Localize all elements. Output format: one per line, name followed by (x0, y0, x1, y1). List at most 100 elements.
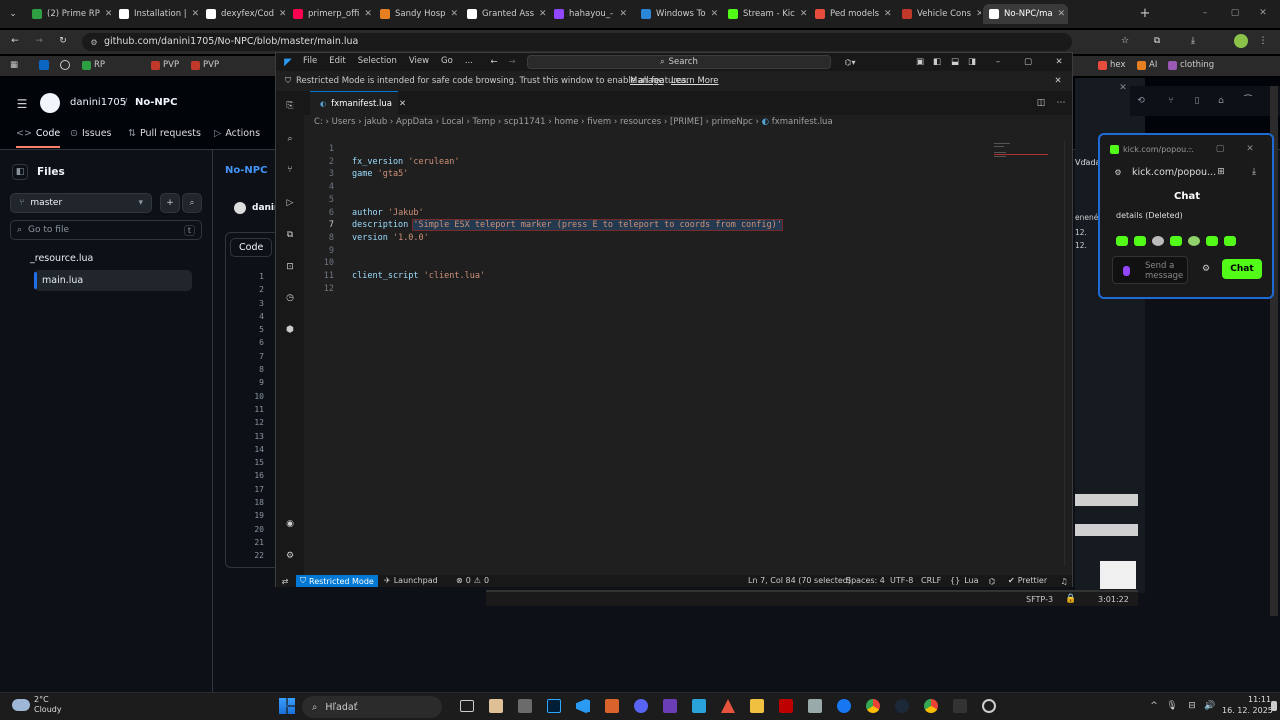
code-line[interactable]: 1 (304, 143, 1064, 156)
browser-tab[interactable]: dexyfex/Cod ✕ (200, 4, 285, 24)
bookmark-cloud-icon[interactable] (60, 60, 70, 70)
taskbar-app-5-icon[interactable] (692, 699, 706, 713)
vs-minimize-icon[interactable]: – (992, 55, 1004, 69)
tab-close-icon[interactable]: ✕ (451, 9, 459, 19)
copilot-icon[interactable]: ⌬▾ (839, 55, 861, 69)
taskbar-task-view-icon[interactable] (460, 700, 474, 712)
remote-explorer-icon[interactable]: ⊡ (283, 260, 297, 274)
code-line[interactable]: 4 (304, 181, 1064, 194)
taskbar-facebook-icon[interactable] (837, 699, 851, 713)
apps-grid-icon[interactable]: ▦ (8, 59, 20, 71)
taskbar-app-8-icon[interactable] (982, 699, 996, 713)
encoding-status[interactable]: UTF-8 (890, 576, 913, 585)
tab-close-icon[interactable]: ✕ (399, 99, 406, 109)
weather-temp[interactable]: 2°C (34, 695, 49, 704)
taskbar-photoshop-icon[interactable] (547, 699, 561, 713)
cursor-position[interactable]: Ln 7, Col 84 (70 selected) (748, 576, 851, 585)
browser-tab[interactable]: Windows To ✕ (635, 4, 720, 24)
browser-tab[interactable]: No-NPC/ma ✕ (983, 4, 1068, 24)
search-files-button[interactable]: ⌕ (182, 193, 202, 213)
taskbar-explorer-icon[interactable] (750, 699, 764, 713)
taskbar-app-3-icon[interactable] (605, 699, 619, 713)
code-line[interactable]: 10 (304, 257, 1064, 270)
kick-message-input[interactable]: Send a message (1112, 256, 1188, 284)
command-search-box[interactable]: ⌕ Search (527, 55, 831, 69)
search-view-icon[interactable]: ⌕ (283, 132, 297, 146)
source-control-icon[interactable]: ⑂ (283, 163, 297, 177)
tab-close-icon[interactable]: ✕ (279, 9, 285, 19)
reload-icon[interactable]: ↻ (56, 34, 70, 48)
vs-maximize-icon[interactable]: ▢ (1022, 55, 1034, 69)
goto-file-input[interactable]: ⌕ Go to file t (10, 220, 202, 240)
menu-edit[interactable]: Edit (329, 56, 345, 66)
taskbar-steam-icon[interactable] (895, 699, 909, 713)
tab-close-icon[interactable]: ✕ (619, 9, 627, 19)
browser-tab[interactable]: Installation | ✕ (113, 4, 198, 24)
minimize-icon[interactable]: – (1198, 6, 1212, 20)
explorer-icon[interactable]: ⎘ (283, 99, 297, 113)
bookmark-star-icon[interactable]: ☆ (1118, 34, 1132, 48)
tab-close-icon[interactable]: ✕ (711, 9, 719, 19)
tab-close-icon[interactable]: ✕ (192, 9, 198, 19)
emote-4-icon[interactable] (1170, 236, 1182, 246)
tray-mic-icon[interactable]: 🎙 (1166, 699, 1178, 713)
taskbar-terminal-icon[interactable] (953, 699, 967, 713)
browser-tab[interactable]: (2) Prime RP ✕ (26, 4, 111, 24)
clock-date[interactable]: 16. 12. 2025 (1222, 706, 1273, 715)
notifications-bell-icon[interactable]: ♫ (1058, 575, 1070, 587)
collapse-sidebar-icon[interactable]: ◧ (12, 164, 28, 180)
new-tab-button[interactable]: + (1138, 6, 1152, 21)
url-input[interactable]: github.com/danini1705/No-NPC/blob/master… (82, 33, 1072, 51)
profile-avatar[interactable] (1234, 34, 1248, 48)
browser-tab[interactable]: Granted Ass ✕ (461, 4, 546, 24)
copilot-status-icon[interactable]: ⌬ (986, 575, 998, 587)
taskbar-chrome-2-icon[interactable] (924, 699, 938, 713)
maximize-icon[interactable]: ▢ (1228, 6, 1242, 20)
add-file-button[interactable]: + (160, 193, 180, 213)
emote-7-icon[interactable] (1224, 236, 1236, 246)
kick-maximize-icon[interactable]: ▢ (1214, 143, 1226, 155)
language-status[interactable]: {} Lua (950, 576, 978, 585)
site-info-icon[interactable]: ⚙ (88, 36, 100, 48)
kick-settings-icon[interactable]: ⚙ (1200, 263, 1212, 275)
tab-close-icon[interactable]: ✕ (364, 9, 372, 19)
emote-3-icon[interactable] (1152, 236, 1164, 246)
bookmark-linkedin-icon[interactable] (39, 60, 49, 70)
taskbar-filezilla-icon[interactable] (779, 699, 793, 713)
emote-5-icon[interactable] (1188, 236, 1200, 246)
tray-chevron-icon[interactable]: ^ (1148, 699, 1160, 713)
browser-tab[interactable]: Ped models ✕ (809, 4, 894, 24)
weather-icon[interactable] (12, 699, 30, 711)
layout-icon-3[interactable]: ⬓ (949, 55, 961, 69)
repo-nav-issues[interactable]: ⊙ Issues (70, 128, 112, 139)
run-debug-icon[interactable]: ▷ (283, 196, 297, 210)
file-item-main[interactable]: main.lua (42, 275, 83, 286)
clock-time[interactable]: 11:11 (1248, 695, 1271, 704)
editor-scrollbar[interactable] (1064, 141, 1070, 566)
layout-icon-2[interactable]: ◧ (931, 55, 943, 69)
indentation-status[interactable]: Spaces: 4 (846, 576, 885, 585)
taskbar-app-2-icon[interactable] (518, 699, 532, 713)
remote-indicator-icon[interactable]: ⇄ (278, 575, 292, 587)
account-icon[interactable]: ◉ (283, 517, 297, 531)
emote-2-icon[interactable] (1134, 236, 1146, 246)
code-line[interactable]: 3 game 'gta5' (304, 168, 1064, 181)
kick-url[interactable]: kick.com/popou... (1132, 167, 1216, 178)
microphone-icon[interactable] (1123, 266, 1130, 276)
layout-icon-1[interactable]: ▣ (914, 55, 926, 69)
settings-gear-icon[interactable]: ⚙ (283, 549, 297, 563)
tab-close-icon[interactable]: ✕ (884, 9, 892, 19)
kick-site-settings-icon[interactable]: ⚙ (1112, 166, 1124, 178)
menu-more[interactable]: ... (465, 56, 473, 66)
editor-tab-fxmanifest[interactable]: ◐ fxmanifest.lua ✕ (310, 91, 406, 115)
browser-tab[interactable]: Stream - Kic ✕ (722, 4, 807, 24)
start-button[interactable] (279, 698, 295, 714)
editor-breadcrumbs[interactable]: C: › Users › jakub › AppData › Local › T… (314, 117, 833, 127)
code-area[interactable]: 1 2 fx_version 'cerulean' 3 game 'gta5' 4 5 6 au… (304, 143, 1064, 303)
taskbar-app-4-icon[interactable] (663, 699, 677, 713)
back-icon[interactable]: ← (8, 34, 22, 48)
weather-condition[interactable]: Cloudy (34, 705, 62, 714)
bookmark-clothing[interactable]: clothing (1168, 60, 1214, 70)
restricted-mode-status[interactable]: ⛉ Restricted Mode (296, 575, 378, 587)
code-line[interactable]: 8 version '1.0.0' (304, 232, 1064, 245)
